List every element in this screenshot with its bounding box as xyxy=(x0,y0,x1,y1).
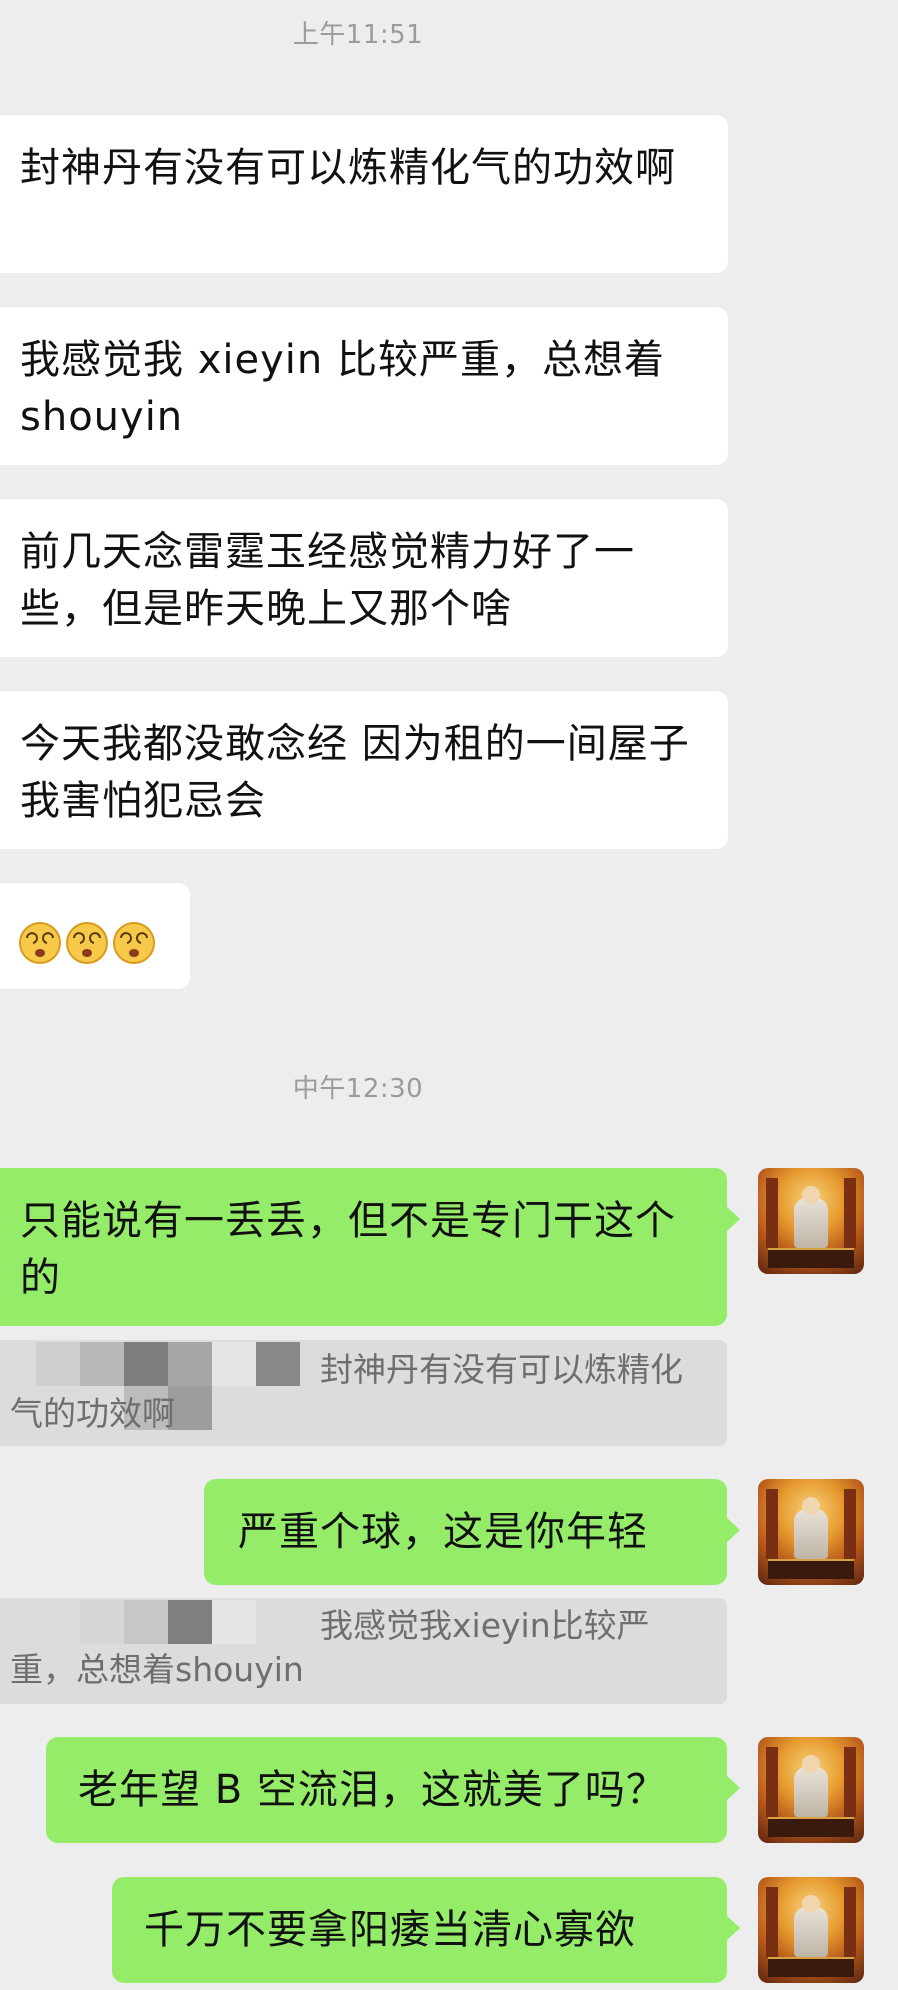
outgoing-message[interactable]: 严重个球，这是你年轻 xyxy=(204,1479,740,1585)
message-text: 封神丹有没有可以炼精化气的功效啊 xyxy=(20,145,676,191)
dizzy-face-emoji xyxy=(19,922,61,964)
quoted-message[interactable]: 我感觉我xieyin比较严重，总想着shouyin xyxy=(0,1598,727,1704)
incoming-message[interactable]: 封神丹有没有可以炼精化气的功效啊 xyxy=(0,115,728,273)
quoted-message[interactable]: 封神丹有没有可以炼精化气的功效啊 xyxy=(0,1340,727,1446)
timestamp: 中午12:30 xyxy=(292,1074,424,1104)
dizzy-face-emoji xyxy=(66,922,108,964)
message-text: 只能说有一丢丢，但不是专门干这个的 xyxy=(20,1198,676,1301)
avatar[interactable] xyxy=(758,1877,864,1983)
quoted-text: 我感觉我xieyin比较严重，总想着shouyin xyxy=(10,1606,650,1689)
outgoing-message[interactable]: 只能说有一丢丢，但不是专门干这个的 xyxy=(0,1168,740,1326)
message-text: 前几天念雷霆玉经感觉精力好了一些，但是昨天晚上又那个啥 xyxy=(20,529,635,632)
outgoing-message[interactable]: 老年望 B 空流泪，这就美了吗？ xyxy=(46,1737,740,1843)
outgoing-message[interactable]: 千万不要拿阳痿当清心寡欲 xyxy=(112,1877,740,1983)
timestamp: 上午11:51 xyxy=(292,20,424,50)
incoming-emoji-message[interactable] xyxy=(0,883,190,989)
message-text: 老年望 B 空流泪，这就美了吗？ xyxy=(78,1767,667,1813)
dizzy-face-emoji xyxy=(113,922,155,964)
avatar[interactable] xyxy=(758,1479,864,1585)
incoming-message[interactable]: 我感觉我 xieyin 比较严重，总想着 shouyin xyxy=(0,307,728,465)
avatar[interactable] xyxy=(758,1737,864,1843)
incoming-message[interactable]: 前几天念雷霆玉经感觉精力好了一些，但是昨天晚上又那个啥 xyxy=(0,499,728,657)
quoted-text: 封神丹有没有可以炼精化气的功效啊 xyxy=(10,1350,683,1433)
message-text: 今天我都没敢念经 因为租的一间屋子我害怕犯忌会 xyxy=(20,721,690,824)
incoming-message[interactable]: 今天我都没敢念经 因为租的一间屋子我害怕犯忌会 xyxy=(0,691,728,849)
avatar[interactable] xyxy=(758,1168,864,1274)
message-text: 我感觉我 xieyin 比较严重，总想着 shouyin xyxy=(20,337,665,440)
message-text: 千万不要拿阳痿当清心寡欲 xyxy=(144,1907,636,1953)
message-text: 严重个球，这是你年轻 xyxy=(238,1509,648,1555)
